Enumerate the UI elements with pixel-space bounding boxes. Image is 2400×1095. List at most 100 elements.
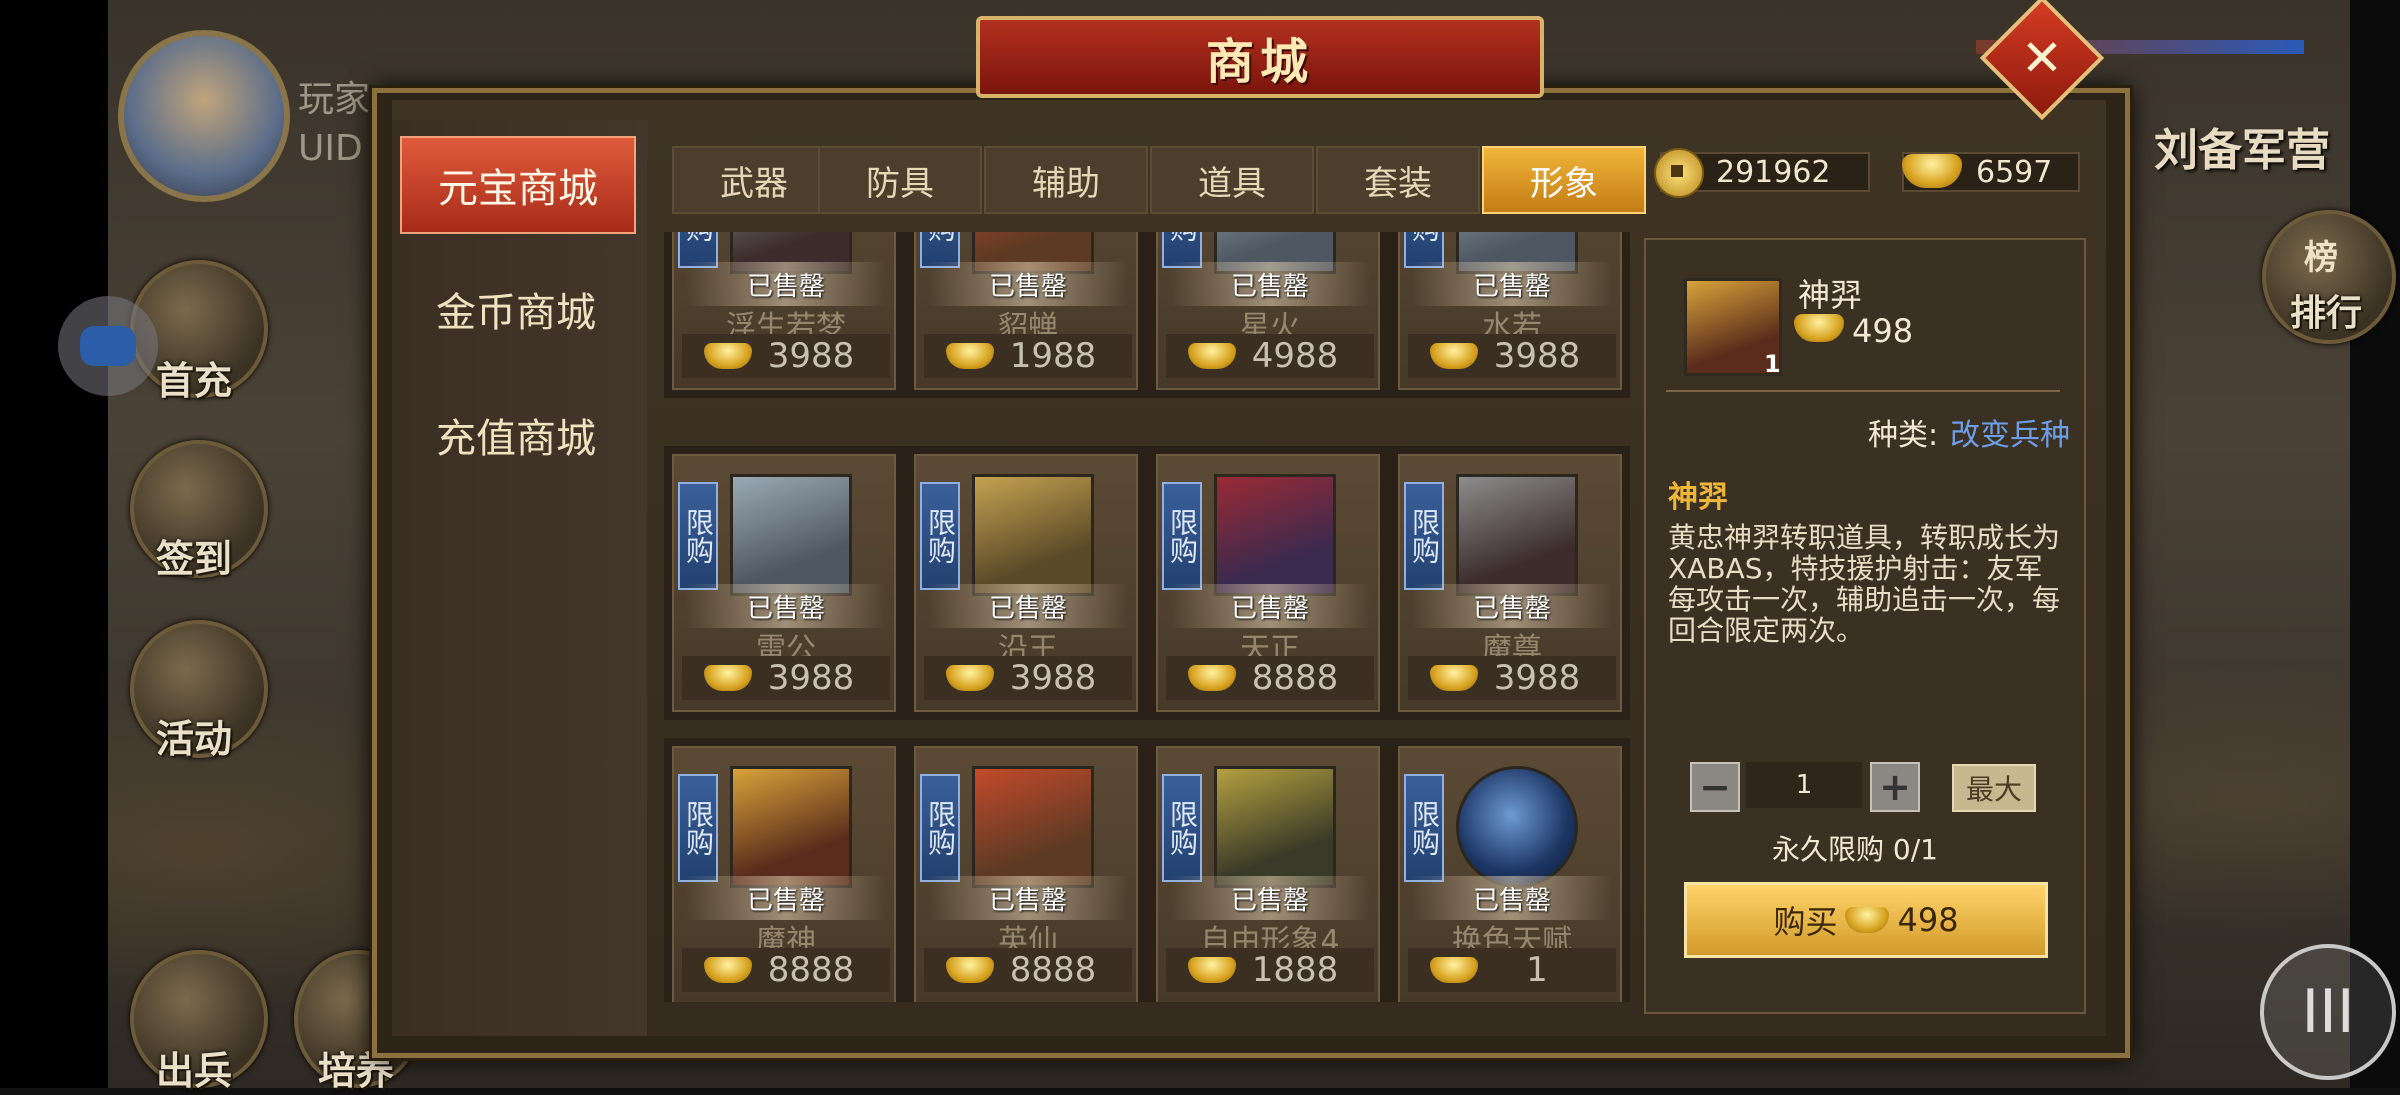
- ingot-icon: [1188, 343, 1236, 369]
- sold-out-banner: 已售罄: [1170, 584, 1370, 628]
- coin-icon: [1654, 148, 1704, 198]
- product-name: 沿王: [998, 632, 1058, 656]
- dialog-title: 商城: [1205, 34, 1314, 90]
- product-portrait: [1214, 474, 1336, 596]
- product-card[interactable]: 限购星火已售罄4988: [1156, 232, 1380, 390]
- sold-out-banner: 已售罄: [928, 876, 1128, 920]
- sold-out-banner: 已售罄: [1170, 876, 1370, 920]
- product-price: 8888: [1009, 950, 1097, 990]
- item-quantity-badge: 1: [1764, 350, 1781, 378]
- limited-purchase-tag: 限购: [1404, 774, 1444, 882]
- product-card[interactable]: 限购 换色天赋 已售罄 1: [1398, 746, 1622, 1002]
- product-price: 3988: [767, 336, 855, 376]
- menu-icon: III: [2301, 977, 2355, 1047]
- tab-label: 防具: [866, 163, 934, 204]
- description-text: 黄忠神羿转职道具，转职成长为XABAS，特技援护射击：友军每攻击一次，辅助追击一…: [1668, 521, 2061, 647]
- limited-purchase-tag: 限购: [920, 482, 960, 590]
- plus-icon: +: [1879, 765, 1911, 809]
- item-type-link[interactable]: 改变兵种: [1950, 410, 2070, 454]
- menu-button[interactable]: III: [2260, 944, 2396, 1080]
- product-portrait: [972, 766, 1094, 888]
- limited-purchase-tag: 限购: [1162, 774, 1202, 882]
- tab-label: 辅助: [1032, 163, 1100, 204]
- product-card[interactable]: 限购 魔神 已售罄 8888: [672, 746, 896, 1002]
- ingot-icon: [946, 957, 994, 983]
- product-card[interactable]: 限购 雷公 已售罄 3988: [672, 454, 896, 712]
- tab-appearance[interactable]: 形象: [1482, 146, 1646, 214]
- sold-out-banner: 已售罄: [1412, 876, 1612, 920]
- sold-out-banner: 已售罄: [1412, 584, 1612, 628]
- max-quantity-button[interactable]: 最大: [1952, 764, 2036, 812]
- buy-button[interactable]: 购买 498: [1684, 882, 2048, 958]
- deploy-label: 出兵: [156, 1049, 233, 1093]
- limited-purchase-tag: 限购: [920, 774, 960, 882]
- tab-weapons[interactable]: 武器: [672, 146, 836, 214]
- nav-item-ingot-shop[interactable]: 元宝商城: [400, 136, 636, 234]
- nav-item-recharge-shop[interactable]: 充值商城: [400, 388, 632, 482]
- product-grid: 限购浮生若梦已售罄3988限购貂蝉已售罄1988限购星火已售罄4988限购水若已…: [664, 232, 1630, 1002]
- product-name: 天正: [1240, 632, 1300, 656]
- price-bar: 4988: [1166, 334, 1374, 378]
- product-card[interactable]: 限购 魔尊 已售罄 3988: [1398, 454, 1622, 712]
- item-name: 神羿: [1798, 276, 1863, 314]
- product-portrait: [972, 474, 1094, 596]
- activity-label: 活动: [156, 717, 233, 761]
- sold-out-banner: 已售罄: [1170, 262, 1370, 306]
- product-card[interactable]: 限购水若已售罄3988: [1398, 232, 1622, 390]
- quantity-decrease-button[interactable]: −: [1690, 762, 1740, 812]
- price-bar: 8888: [1166, 656, 1374, 700]
- sold-out-banner: 已售罄: [686, 584, 886, 628]
- nav-item-label: 元宝商城: [438, 166, 598, 212]
- product-name: 星火: [1240, 310, 1300, 334]
- description-title: 神羿: [1668, 480, 1728, 515]
- rank-button[interactable]: 榜 排行: [2262, 210, 2396, 344]
- gamepad-overlay-button[interactable]: [58, 296, 158, 396]
- product-price: 1888: [1251, 950, 1339, 990]
- sold-out-banner: 已售罄: [686, 262, 886, 306]
- nav-item-gold-shop[interactable]: 金币商城: [400, 262, 632, 356]
- first-recharge-label: 首充: [156, 359, 233, 403]
- max-label: 最大: [1965, 773, 2022, 806]
- product-card[interactable]: 限购浮生若梦已售罄3988: [672, 232, 896, 390]
- checkin-label: 签到: [156, 537, 233, 581]
- rank-label: 排行: [2290, 293, 2363, 334]
- product-name: 雷公: [756, 632, 816, 656]
- product-portrait: [1456, 474, 1578, 596]
- sold-out-banner: 已售罄: [928, 262, 1128, 306]
- tab-label: 套装: [1364, 163, 1432, 204]
- quantity-input[interactable]: 1: [1746, 762, 1862, 808]
- product-name: 水若: [1482, 310, 1542, 334]
- sold-out-banner: 已售罄: [928, 584, 1128, 628]
- tab-armor[interactable]: 防具: [818, 146, 982, 214]
- player-avatar[interactable]: [118, 30, 290, 202]
- product-name: 魔神: [756, 924, 816, 948]
- limited-purchase-tag: 限购: [678, 482, 718, 590]
- product-card[interactable]: 限购沿王 已售罄 3988: [914, 454, 1138, 712]
- tab-items[interactable]: 道具: [1150, 146, 1314, 214]
- product-price: 4988: [1251, 336, 1339, 376]
- ingot-amount: 6597: [1976, 154, 2053, 190]
- purchase-limit-text: 永久限购 0/1: [1772, 833, 1938, 866]
- product-price: 3988: [1009, 658, 1097, 698]
- product-card[interactable]: 限购 自由形象4 已售罄 1888: [1156, 746, 1380, 1002]
- ingot-icon: [1845, 907, 1890, 933]
- product-card[interactable]: 限购貂蝉已售罄1988: [914, 232, 1138, 390]
- product-price: 3988: [1493, 336, 1581, 376]
- letterbox-right: [2350, 0, 2400, 1088]
- quantity-increase-button[interactable]: +: [1870, 762, 1920, 812]
- item-type-label: 种类:: [1868, 418, 1939, 453]
- product-price: 8888: [1251, 658, 1339, 698]
- buy-label: 购买: [1773, 903, 1838, 941]
- coin-amount: 291962: [1716, 154, 1831, 190]
- product-portrait: [730, 474, 852, 596]
- limited-purchase-tag: 限购: [678, 774, 718, 882]
- product-card[interactable]: 限购 英仙 已售罄 8888: [914, 746, 1138, 1002]
- uid-label: UID: [298, 128, 363, 169]
- dialog-title-banner: 商城: [976, 16, 1544, 98]
- product-card[interactable]: 限购 天正 已售罄 8888: [1156, 454, 1380, 712]
- tab-auxiliary[interactable]: 辅助: [984, 146, 1148, 214]
- tab-sets[interactable]: 套装: [1316, 146, 1480, 214]
- product-price: 1988: [1009, 336, 1097, 376]
- rank-icon: 榜: [2304, 238, 2338, 278]
- limited-purchase-tag: 限购: [1404, 482, 1444, 590]
